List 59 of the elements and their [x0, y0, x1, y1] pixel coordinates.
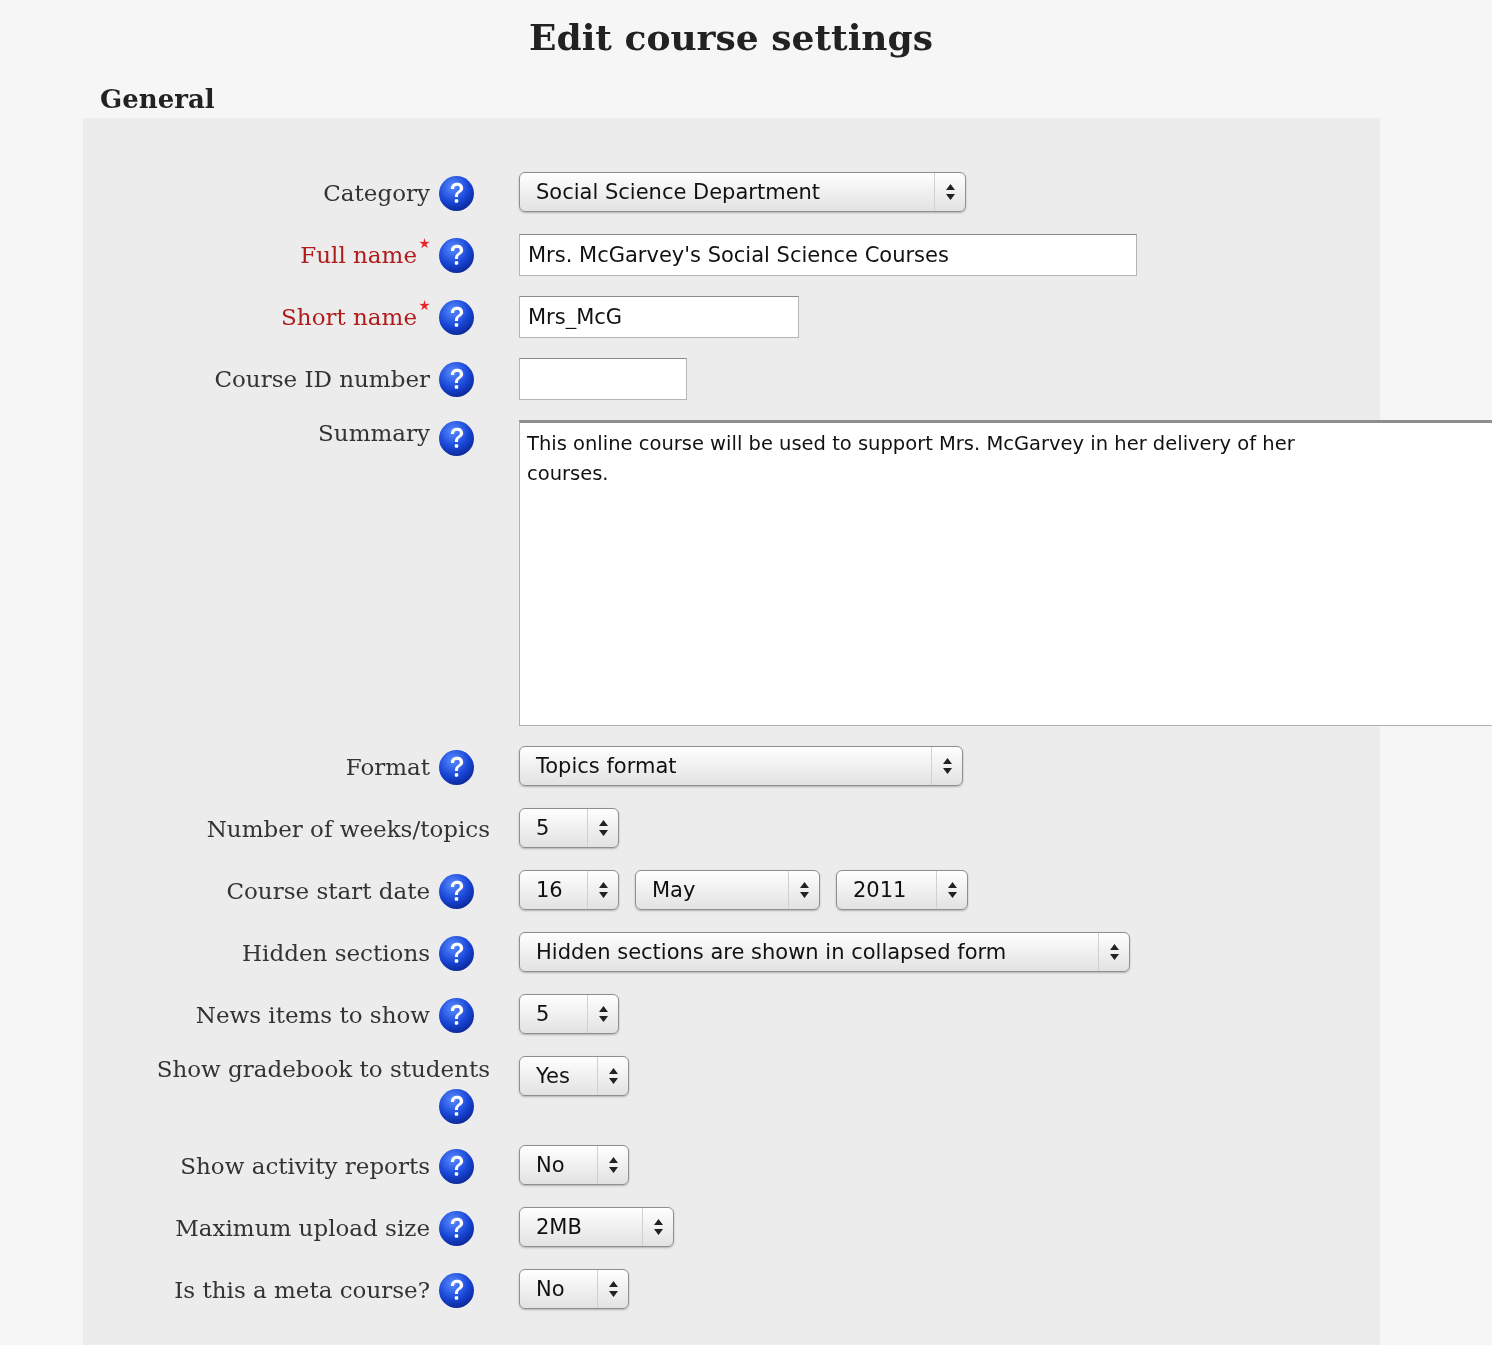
field-label: Show activity reports	[180, 1153, 430, 1179]
up-down-arrows-icon	[598, 1006, 608, 1022]
help-icon[interactable]	[438, 174, 475, 212]
help-icon[interactable]	[438, 748, 475, 786]
help-icon[interactable]	[438, 1088, 475, 1125]
help-icon[interactable]	[438, 420, 475, 457]
help-icon[interactable]	[438, 872, 475, 910]
field-label: Show gradebook to students	[156, 1056, 490, 1082]
help-icon[interactable]	[438, 298, 475, 336]
field-label: Is this a meta course?	[174, 1277, 430, 1303]
help-icon[interactable]	[438, 360, 475, 398]
field-label: Number of weeks/topics	[206, 816, 490, 842]
dropdown[interactable]: Hidden sections are shown in collapsed form	[519, 932, 1130, 972]
up-down-arrows-icon	[608, 1068, 618, 1084]
field-label: Short name	[281, 304, 417, 330]
up-down-arrows-icon	[942, 758, 952, 774]
help-icon[interactable]	[438, 934, 475, 972]
up-down-arrows-icon	[598, 882, 608, 898]
field-label: Hidden sections	[242, 940, 430, 966]
up-down-arrows-icon	[608, 1157, 618, 1173]
up-down-arrows-icon	[799, 882, 809, 898]
text-field[interactable]: Mrs. McGarvey's Social Science Courses	[519, 234, 1137, 276]
up-down-arrows-icon	[598, 820, 608, 836]
help-icon[interactable]	[438, 236, 475, 274]
dropdown[interactable]: 16	[519, 870, 619, 910]
dropdown[interactable]: 5	[519, 808, 619, 848]
dropdown[interactable]: Social Science Department	[519, 172, 966, 212]
section-legend: General	[100, 84, 1492, 114]
field-label: Category	[323, 180, 430, 206]
text-field[interactable]	[519, 358, 687, 400]
field-label: Maximum upload size	[175, 1215, 430, 1241]
dropdown[interactable]: May	[635, 870, 820, 910]
up-down-arrows-icon	[608, 1281, 618, 1297]
up-down-arrows-icon	[1109, 944, 1119, 960]
field-label: Format	[345, 754, 430, 780]
asterisk-icon	[419, 238, 430, 249]
dropdown[interactable]: No	[519, 1269, 629, 1309]
page-title: Edit course settings	[528, 16, 934, 58]
field-label: News items to show	[195, 1002, 430, 1028]
help-icon[interactable]	[438, 996, 475, 1034]
dropdown[interactable]: 2011	[836, 870, 968, 910]
dropdown[interactable]: 5	[519, 994, 619, 1034]
up-down-arrows-icon	[653, 1219, 663, 1235]
text-field[interactable]: Mrs_McG	[519, 296, 799, 338]
summary-field[interactable]: This online course will be used to support Mrs. McGarvey in her delivery of her courses.	[519, 420, 1492, 726]
help-icon[interactable]	[438, 1271, 475, 1309]
dropdown[interactable]: 2MB	[519, 1207, 674, 1247]
field-label: Summary	[318, 420, 430, 446]
field-label: Course start date	[226, 878, 430, 904]
help-icon[interactable]	[438, 1209, 475, 1247]
dropdown[interactable]: No	[519, 1145, 629, 1185]
dropdown[interactable]: Topics format	[519, 746, 963, 786]
field-label: Course ID number	[214, 366, 430, 392]
asterisk-icon	[419, 300, 430, 311]
up-down-arrows-icon	[947, 882, 957, 898]
dropdown[interactable]: Yes	[519, 1056, 629, 1096]
field-label: Full name	[300, 242, 417, 268]
help-icon[interactable]	[438, 1147, 475, 1185]
up-down-arrows-icon	[945, 184, 955, 200]
